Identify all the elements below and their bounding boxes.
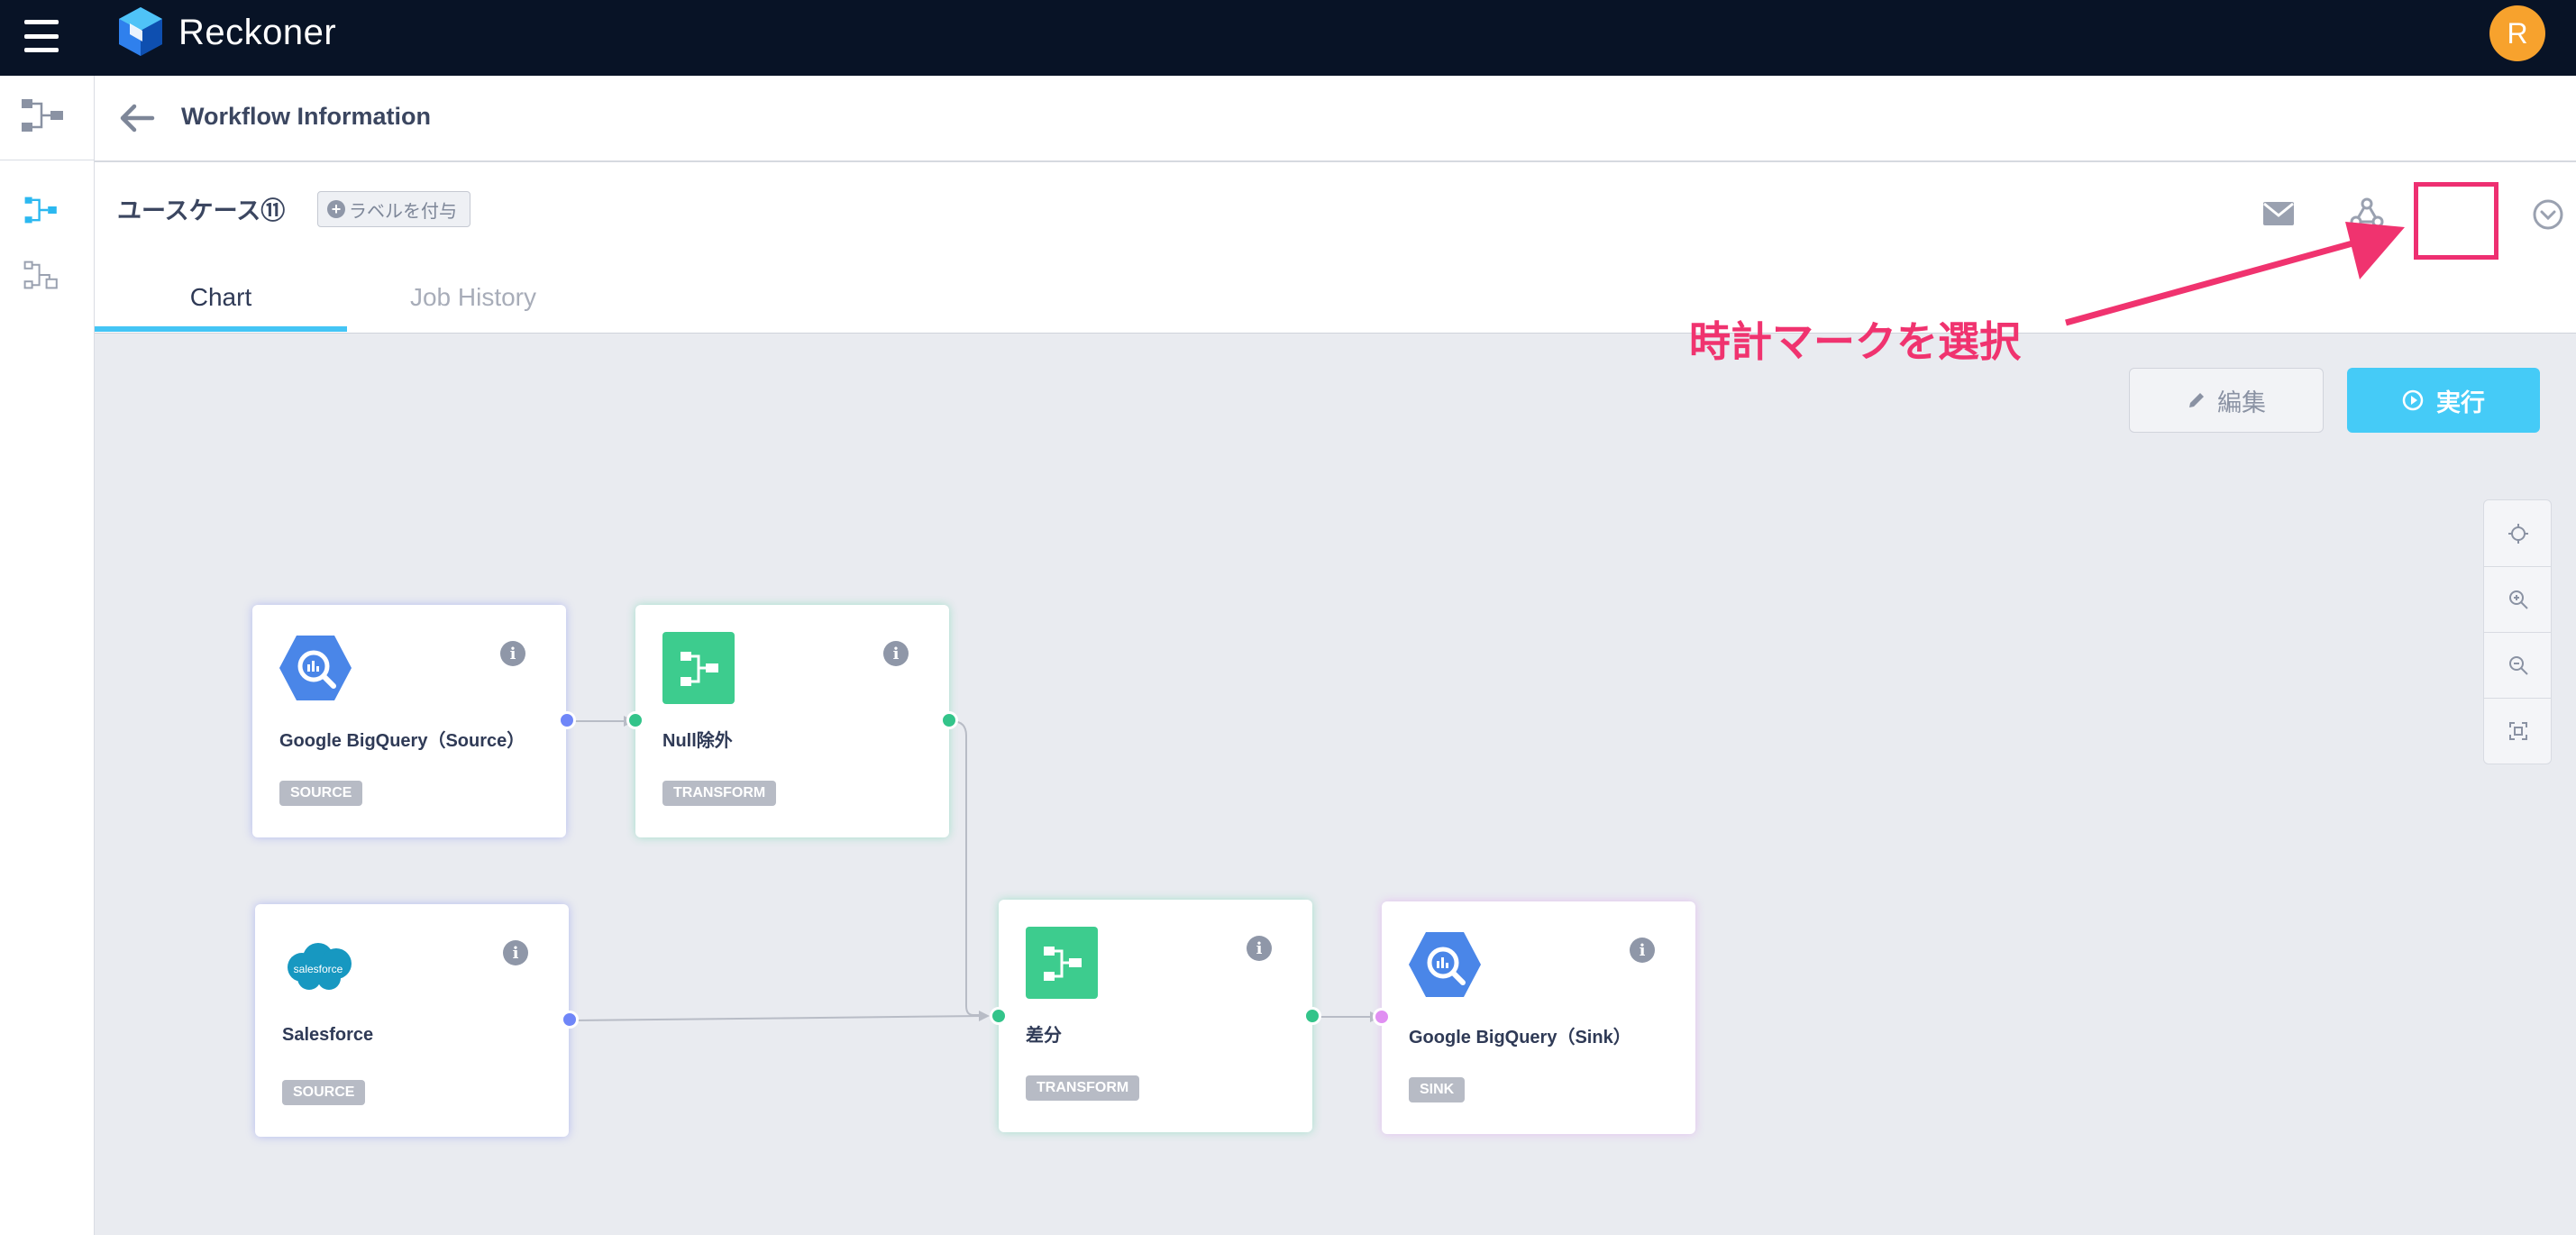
edit-button[interactable]: 編集 <box>2129 368 2324 433</box>
input-port[interactable] <box>1373 1008 1391 1026</box>
back-arrow-icon[interactable] <box>116 97 158 139</box>
node-type-badge: SINK <box>1409 1077 1466 1102</box>
node-salesforce[interactable]: salesforce i Salesforce SOURCE <box>255 904 569 1137</box>
salesforce-icon: salesforce <box>288 943 352 990</box>
hamburger-menu-icon[interactable] <box>24 20 59 52</box>
node-label: Google BigQuery（Source） <box>279 731 525 751</box>
tab-chart[interactable]: Chart <box>95 283 347 312</box>
output-port[interactable] <box>561 1011 579 1029</box>
mail-icon[interactable] <box>2261 198 2296 229</box>
info-icon[interactable]: i <box>1247 936 1272 961</box>
node-diff[interactable]: i 差分 TRANSFORM <box>999 900 1312 1132</box>
zoom-in-icon <box>2509 590 2528 609</box>
info-icon[interactable]: i <box>503 940 528 965</box>
zoom-controls <box>2483 499 2552 764</box>
salesforce-logo-text: salesforce <box>294 963 343 975</box>
workflow-name: ユースケース⑪ <box>117 197 286 224</box>
bigquery-icon <box>279 636 352 700</box>
node-label: Null除外 <box>662 731 733 751</box>
node-type-badge: SOURCE <box>279 781 363 806</box>
tab-job-history-label: Job History <box>409 283 537 311</box>
node-bigquery-sink[interactable]: i Google BigQuery（Sink） SINK <box>1382 901 1695 1134</box>
play-circle-icon <box>2402 389 2424 411</box>
node-type-badge: SOURCE <box>282 1080 366 1105</box>
transform-icon <box>1026 927 1098 999</box>
crosshair-icon <box>2508 523 2528 544</box>
pencil-icon <box>2189 393 2204 407</box>
zoom-out-button[interactable] <box>2484 632 2551 698</box>
node-null-exclude[interactable]: i Null除外 TRANSFORM <box>635 605 949 837</box>
fit-screen-icon <box>2509 722 2527 740</box>
plus-circle-icon: + <box>327 200 345 218</box>
active-tab-indicator <box>95 326 347 332</box>
workflow-info-panel: ユースケース⑪ + ラベルを付与 Chart Job History <box>95 162 2576 334</box>
info-icon[interactable]: i <box>500 641 525 666</box>
input-port[interactable] <box>626 711 644 729</box>
clock-icon[interactable] <box>2530 197 2566 233</box>
output-port[interactable] <box>940 711 958 729</box>
sidebar-header <box>0 76 95 160</box>
page-title: Workflow Information <box>181 103 431 130</box>
add-label-text: ラベルを付与 <box>349 201 457 222</box>
output-port[interactable] <box>1303 1007 1321 1025</box>
node-label: Salesforce <box>282 1025 374 1045</box>
bigquery-icon <box>1409 932 1481 997</box>
left-sidebar <box>0 76 95 1235</box>
node-bigquery-source[interactable]: i Google BigQuery（Source） SOURCE <box>252 605 566 837</box>
add-label-button[interactable]: + ラベルを付与 <box>317 191 470 227</box>
brand-name: Reckoner <box>178 13 337 52</box>
sidebar-item-workflow-list-icon[interactable] <box>23 260 59 290</box>
run-button-label: 実行 <box>2436 389 2485 416</box>
tab-job-history[interactable]: Job History <box>370 283 577 312</box>
zoom-out-icon <box>2509 656 2528 675</box>
output-port[interactable] <box>558 711 576 729</box>
node-type-badge: TRANSFORM <box>1026 1075 1140 1101</box>
clock-highlight-box <box>2414 182 2498 260</box>
webhook-icon[interactable] <box>2349 195 2385 231</box>
node-label: 差分 <box>1026 1026 1062 1046</box>
node-type-badge: TRANSFORM <box>662 781 777 806</box>
info-icon[interactable]: i <box>883 641 909 666</box>
info-icon[interactable]: i <box>1630 938 1655 963</box>
edit-button-label: 編集 <box>2217 389 2266 416</box>
tab-chart-label: Chart <box>189 283 252 311</box>
zoom-in-button[interactable] <box>2484 566 2551 632</box>
fit-screen-button[interactable] <box>2484 698 2551 764</box>
top-app-bar: Reckoner R <box>0 0 2576 76</box>
user-avatar[interactable]: R <box>2489 5 2545 61</box>
run-button[interactable]: 実行 <box>2347 368 2540 433</box>
annotation-text: 時計マークを選択 <box>1689 318 2021 365</box>
sidebar-item-workflows-icon[interactable] <box>23 195 59 225</box>
input-port[interactable] <box>990 1007 1008 1025</box>
node-label: Google BigQuery（Sink） <box>1409 1028 1631 1047</box>
recenter-button[interactable] <box>2484 500 2551 566</box>
transform-icon <box>662 632 735 704</box>
page-header: Workflow Information <box>95 76 2576 162</box>
workflow-icon[interactable] <box>20 97 65 133</box>
reckoner-logo-icon <box>119 7 162 56</box>
